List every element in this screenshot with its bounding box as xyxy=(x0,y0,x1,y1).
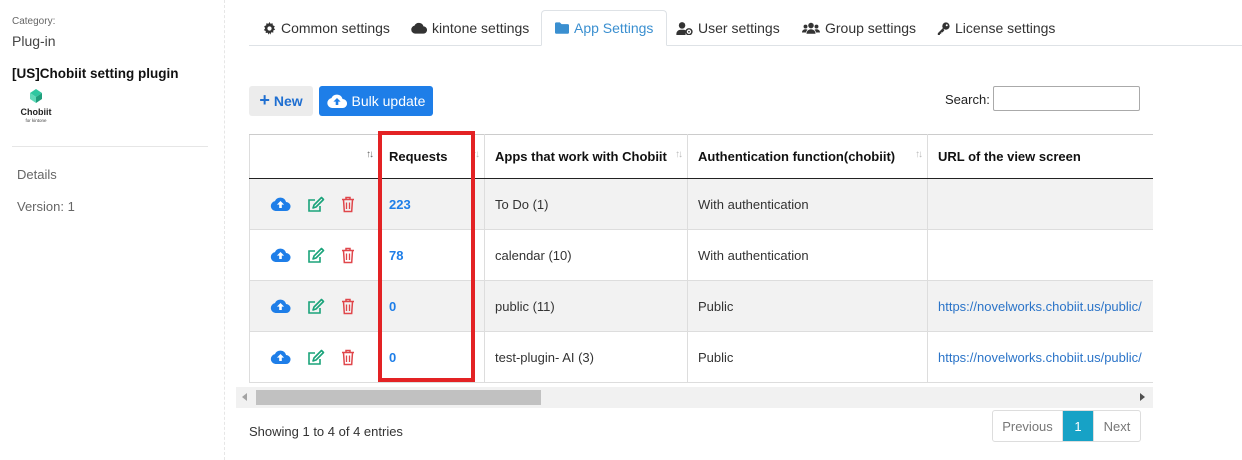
logo-text: Chobiit xyxy=(21,107,52,117)
folder-icon xyxy=(555,22,569,34)
bulk-update-button[interactable]: Bulk update xyxy=(319,86,433,116)
tab-label: Group settings xyxy=(825,20,917,36)
sort-icon: ↑↓ xyxy=(675,149,683,160)
page-1-button[interactable]: 1 xyxy=(1063,411,1093,441)
table-row: 0 public (11) Public https://novelworks.… xyxy=(249,280,1153,332)
tab-label: kintone settings xyxy=(432,20,530,36)
category-label: Category: xyxy=(12,16,56,27)
horizontal-scrollbar[interactable] xyxy=(236,387,1153,408)
edit-icon[interactable] xyxy=(307,247,325,264)
plugin-title: [US]Chobiit setting plugin xyxy=(12,66,179,81)
row-actions xyxy=(249,280,379,332)
previous-page-button[interactable]: Previous xyxy=(993,411,1063,441)
requests-count-link[interactable]: 223 xyxy=(389,197,411,212)
trash-icon[interactable] xyxy=(341,247,355,264)
requests-cell: 223 xyxy=(378,178,485,230)
url-cell: https://novelworks.chobiit.us/public/ xyxy=(927,331,1153,383)
sort-icon: ↑↓ xyxy=(366,149,374,160)
gear-icon xyxy=(263,21,276,35)
table-row: 0 test-plugin- AI (3) Public https://nov… xyxy=(249,331,1153,383)
column-header-authentication[interactable]: Authentication function(chobiit) ↑↓ xyxy=(687,134,928,179)
trash-icon[interactable] xyxy=(341,298,355,315)
row-actions xyxy=(249,178,379,230)
requests-count-link[interactable]: 0 xyxy=(389,350,396,365)
chobiit-logo: Chobiit for kintone xyxy=(21,89,52,123)
tab-label: App Settings xyxy=(574,20,654,36)
trash-icon[interactable] xyxy=(341,196,355,213)
tab-app-settings[interactable]: App Settings xyxy=(541,10,668,46)
logo-subtext: for kintone xyxy=(25,118,47,123)
requests-cell: 0 xyxy=(378,280,485,332)
key-icon xyxy=(937,21,950,35)
column-header-actions[interactable]: ↑↓ xyxy=(249,134,379,179)
sort-icon: ↑↓ xyxy=(472,149,480,160)
new-button[interactable]: + New xyxy=(249,86,313,116)
sort-icon: ↑↓ xyxy=(915,149,923,160)
requests-count-link[interactable]: 0 xyxy=(389,299,396,314)
cloud-upload-icon[interactable] xyxy=(270,299,291,313)
app-settings-table: ↑↓ Requests ↑↓ Apps that work with Chobi… xyxy=(249,134,1153,383)
new-button-label: New xyxy=(273,93,303,109)
tab-label: License settings xyxy=(955,20,1056,36)
category-value: Plug-in xyxy=(12,33,56,49)
app-cell: calendar (10) xyxy=(484,229,688,281)
cloud-upload-icon[interactable] xyxy=(270,197,291,211)
users-icon xyxy=(802,22,820,34)
requests-count-link[interactable]: 78 xyxy=(389,248,403,263)
edit-icon[interactable] xyxy=(307,196,325,213)
column-header-requests[interactable]: Requests ↑↓ xyxy=(378,134,485,179)
sidebar-divider xyxy=(12,146,208,147)
bulk-update-label: Bulk update xyxy=(351,93,426,109)
scroll-right-icon[interactable] xyxy=(1140,393,1145,401)
auth-cell: With authentication xyxy=(687,229,928,281)
scrollbar-thumb[interactable] xyxy=(256,390,541,405)
column-header-apps[interactable]: Apps that work with Chobiit ↑↓ xyxy=(484,134,688,179)
search-label: Search: xyxy=(945,92,990,107)
table-scroll-area: ↑↓ Requests ↑↓ Apps that work with Chobi… xyxy=(249,134,1153,383)
trash-icon[interactable] xyxy=(341,349,355,366)
tab-group-settings[interactable]: Group settings xyxy=(789,10,929,46)
edit-icon[interactable] xyxy=(307,349,325,366)
cloud-icon xyxy=(411,22,427,34)
app-cell: To Do (1) xyxy=(484,178,688,230)
url-cell: https://novelworks.chobiit.us/public/ xyxy=(927,280,1153,332)
table-header-row: ↑↓ Requests ↑↓ Apps that work with Chobi… xyxy=(249,134,1153,179)
entries-info: Showing 1 to 4 of 4 entries xyxy=(249,424,403,439)
column-header-url[interactable]: URL of the view screen xyxy=(927,134,1153,179)
pagination: Previous 1 Next xyxy=(992,410,1141,442)
tab-label: User settings xyxy=(698,20,780,36)
app-cell: test-plugin- AI (3) xyxy=(484,331,688,383)
details-link[interactable]: Details xyxy=(17,167,57,182)
view-url-link[interactable]: https://novelworks.chobiit.us/public/ xyxy=(938,350,1142,365)
version-text: Version: 1 xyxy=(17,199,75,214)
tab-license-settings[interactable]: License settings xyxy=(924,10,1068,46)
tab-kintone-settings[interactable]: kintone settings xyxy=(398,10,542,46)
row-actions xyxy=(249,331,379,383)
url-cell xyxy=(927,229,1153,281)
scroll-left-icon[interactable] xyxy=(242,393,247,401)
next-page-button[interactable]: Next xyxy=(1093,411,1140,441)
search-input[interactable] xyxy=(993,86,1140,111)
cloud-upload-icon[interactable] xyxy=(270,248,291,262)
tab-common-settings[interactable]: Common settings xyxy=(250,10,403,46)
view-url-link[interactable]: https://novelworks.chobiit.us/public/ xyxy=(938,299,1142,314)
cloud-upload-icon xyxy=(326,94,347,108)
tab-user-settings[interactable]: User settings xyxy=(663,10,793,46)
table-row: 223 To Do (1) With authentication xyxy=(249,178,1153,230)
user-cog-icon xyxy=(676,21,693,35)
requests-cell: 78 xyxy=(378,229,485,281)
sidebar: Category: Plug-in [US]Chobiit setting pl… xyxy=(0,0,225,460)
url-cell xyxy=(927,178,1153,230)
requests-cell: 0 xyxy=(378,331,485,383)
table-row: 78 calendar (10) With authentication xyxy=(249,229,1153,281)
plus-icon: + xyxy=(259,90,270,110)
auth-cell: With authentication xyxy=(687,178,928,230)
cloud-upload-icon[interactable] xyxy=(270,350,291,364)
app-cell: public (11) xyxy=(484,280,688,332)
auth-cell: Public xyxy=(687,280,928,332)
edit-icon[interactable] xyxy=(307,298,325,315)
row-actions xyxy=(249,229,379,281)
auth-cell: Public xyxy=(687,331,928,383)
tab-label: Common settings xyxy=(281,20,390,36)
